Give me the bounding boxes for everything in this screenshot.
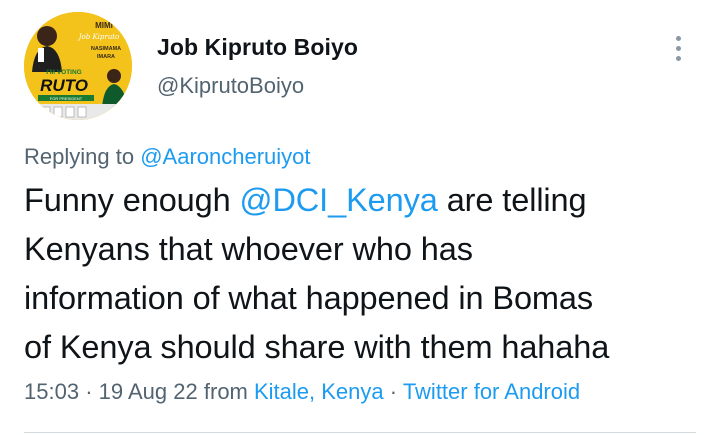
tweet-date[interactable]: 19 Aug 22 <box>99 379 198 404</box>
tweet-time[interactable]: 15:03 <box>24 379 79 404</box>
more-dot <box>676 46 681 51</box>
campaign-poster-image: MIMI Job Kipruto NASIMAMA IMARA I'M VOTI… <box>24 12 132 120</box>
tweet-client-link[interactable]: Twitter for Android <box>403 379 580 404</box>
avatar[interactable]: MIMI Job Kipruto NASIMAMA IMARA I'M VOTI… <box>24 12 132 120</box>
author-display-name[interactable]: Job Kipruto Boiyo <box>157 32 358 62</box>
avatar-script-name: Job Kipruto <box>77 33 120 41</box>
replying-to-label: Replying to <box>24 144 135 169</box>
tweet-text: Funny enough @DCI_Kenya are telling Keny… <box>24 176 714 372</box>
more-dot <box>676 56 681 61</box>
tweet-header: MIMI Job Kipruto NASIMAMA IMARA I'M VOTI… <box>24 12 696 120</box>
meta-from: from <box>203 379 248 404</box>
avatar-imara-text: IMARA <box>97 54 115 60</box>
tweet-line-4: of Kenya should share with them hahaha <box>24 329 610 365</box>
avatar-ruto-text: RUTO <box>40 76 88 95</box>
meta-separator: · <box>389 379 398 404</box>
avatar-top-text: MIMI <box>95 21 113 30</box>
author-handle[interactable]: @KiprutoBoiyo <box>157 71 358 101</box>
avatar-nasimama-text: NASIMAMA <box>91 46 121 52</box>
avatar-voting-text: I'M VOTING <box>46 69 82 76</box>
replying-to-mention[interactable]: @Aaroncheruiyot <box>140 144 310 169</box>
author-names: Job Kipruto Boiyo @KiprutoBoiyo <box>157 32 358 101</box>
tweet-text-part: Funny enough <box>24 182 231 218</box>
tweet-text-part: are telling <box>446 182 587 218</box>
tweet-mention-link[interactable]: @DCI_Kenya <box>240 182 438 218</box>
tweet-line-2: Kenyans that whoever who has <box>24 231 473 267</box>
more-dot <box>676 36 681 41</box>
divider <box>24 432 696 433</box>
tweet: MIMI Job Kipruto NASIMAMA IMARA I'M VOTI… <box>0 0 720 435</box>
replying-to: Replying to @Aaroncheruiyot <box>24 142 311 172</box>
more-options-button[interactable] <box>660 32 696 68</box>
tweet-location-link[interactable]: Kitale, Kenya <box>254 379 384 404</box>
tweet-line-1: Funny enough @DCI_Kenya are telling <box>24 176 714 225</box>
tweet-line-3: information of what happened in Bomas <box>24 280 594 316</box>
avatar-for-president-text: FOR PRESIDENT <box>50 96 83 101</box>
tweet-meta: 15:03 · 19 Aug 22 from Kitale, Kenya · T… <box>24 377 580 407</box>
meta-separator: · <box>85 379 93 404</box>
